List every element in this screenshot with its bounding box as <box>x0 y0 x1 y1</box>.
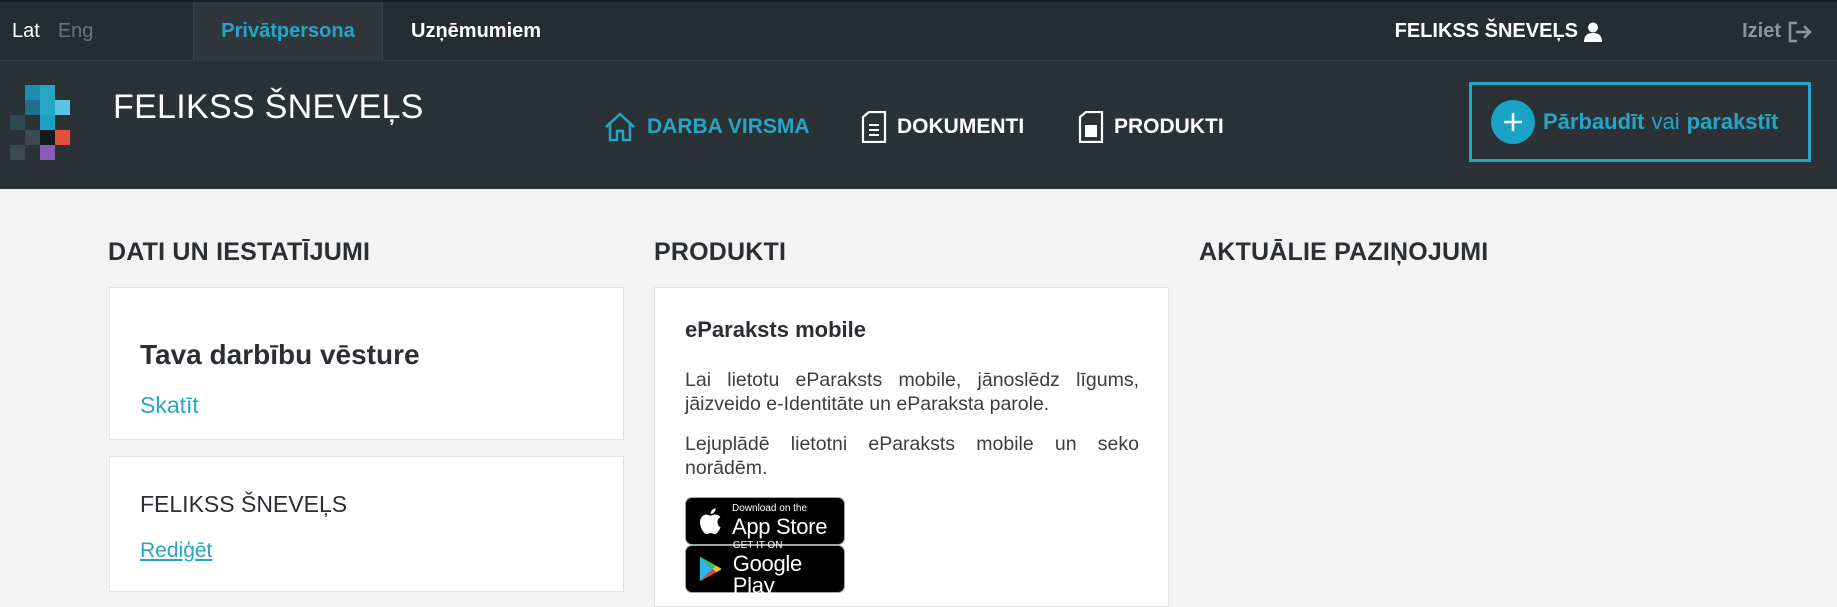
google-play-big-text: Google Play <box>732 551 802 598</box>
logout-button[interactable]: Iziet <box>1742 2 1813 61</box>
google-play-badge[interactable]: GET IT ON Google Play <box>685 541 845 597</box>
google-play-small-text: GET IT ON <box>732 540 783 551</box>
app-store-badge[interactable]: Download on the App Store <box>685 497 845 545</box>
nav-documents[interactable]: DOKUMENTI <box>861 107 1024 147</box>
sim-card-icon <box>1078 111 1104 143</box>
nav-products[interactable]: PRODUKTI <box>1078 107 1224 147</box>
user-name: FELIKSS ŠNEVEĻS <box>1394 20 1578 42</box>
app-store-big-text: App Store <box>732 514 828 539</box>
activity-history-card: Tava darbību vēsture Skatīt <box>109 287 624 440</box>
edit-profile-link[interactable]: Rediģēt <box>140 539 212 563</box>
news-section-title: AKTUĀLIE PAZIŅOJUMI <box>1199 238 1489 266</box>
cta-check-label: Pārbaudīt <box>1543 109 1645 134</box>
cta-or-label: vai <box>1651 109 1680 134</box>
profile-name: FELIKSS ŠNEVEĻS <box>140 491 348 517</box>
nav-products-label: PRODUKTI <box>1114 115 1224 138</box>
document-icon <box>861 111 887 143</box>
nav-documents-label: DOKUMENTI <box>897 115 1025 138</box>
brand-user-name: FELIKSS ŠNEVEĻS <box>113 88 424 126</box>
home-icon <box>605 112 635 142</box>
activity-history-title: Tava darbību vēsture <box>140 339 420 370</box>
language-switcher: Lat Eng <box>0 2 193 61</box>
plus-icon <box>1491 100 1535 144</box>
top-bar: Lat Eng Privātpersona Uzņēmumiem FELIKSS… <box>0 0 1837 61</box>
eparaksts-mobile-title: eParaksts mobile <box>685 317 866 342</box>
tab-companies[interactable]: Uzņēmumiem <box>411 2 541 61</box>
nav-dashboard-label: DARBA VIRSMA <box>647 115 810 138</box>
nav-dashboard[interactable]: DARBA VIRSMA <box>603 107 810 147</box>
tab-private-person[interactable]: Privātpersona <box>193 2 383 61</box>
profile-card: FELIKSS ŠNEVEĻS Rediģēt <box>109 456 624 592</box>
app-store-small-text: Download on the <box>732 503 808 514</box>
language-eng[interactable]: Eng <box>58 20 94 43</box>
view-history-link[interactable]: Skatīt <box>140 392 199 419</box>
logout-label: Iziet <box>1742 20 1781 42</box>
eparaksts-mobile-card: eParaksts mobile Lai lietotu eParaksts m… <box>654 287 1169 607</box>
user-icon <box>1584 22 1602 42</box>
eparaksts-mobile-intro: Lai lietotu eParaksts mobile, jānoslēdz … <box>685 369 1139 415</box>
check-or-sign-button[interactable]: Pārbaudīt vai parakstīt <box>1469 82 1811 162</box>
user-menu[interactable]: FELIKSS ŠNEVEĻS <box>1395 2 1602 61</box>
language-lat[interactable]: Lat <box>12 20 40 43</box>
settings-section-title: DATI UN IESTATĪJUMI <box>108 238 371 266</box>
eparaksts-logo[interactable] <box>10 85 90 165</box>
apple-icon <box>700 508 721 535</box>
products-section-title: PRODUKTI <box>654 238 787 266</box>
google-play-icon <box>699 556 722 582</box>
main-header: FELIKSS ŠNEVEĻS DARBA VIRSMA DOKUMENTI P… <box>0 61 1837 189</box>
cta-sign-label: parakstīt <box>1686 109 1779 134</box>
eparaksts-mobile-instructions: Lejuplādē lietotni eParaksts mobile un s… <box>685 433 1139 479</box>
logout-icon <box>1788 21 1812 42</box>
